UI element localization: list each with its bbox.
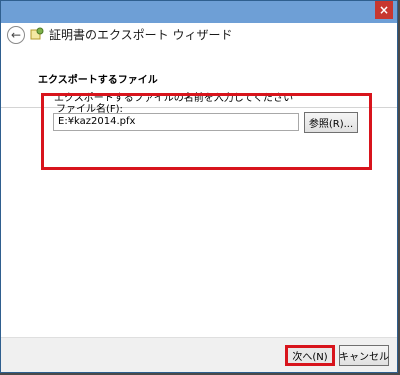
export-wizard-window: × ← 証明書のエクスポート ウィザード エクスポートするファイル エクスポート… [0, 0, 398, 373]
wizard-content: ← 証明書のエクスポート ウィザード エクスポートするファイル エクスポートする… [1, 23, 397, 338]
certificate-wizard-icon [29, 26, 45, 42]
cancel-button[interactable]: キャンセル [339, 345, 389, 366]
next-button[interactable]: 次へ(N) [285, 345, 335, 366]
wizard-header: ← 証明書のエクスポート ウィザード [1, 23, 397, 47]
window-titlebar: × [1, 1, 397, 23]
close-button[interactable]: × [375, 1, 393, 19]
wizard-title: 証明書のエクスポート ウィザード [49, 28, 233, 42]
wizard-footer [1, 337, 397, 372]
back-button[interactable]: ← [7, 26, 25, 44]
page-heading: エクスポートするファイル [38, 75, 158, 86]
file-name-input[interactable]: E:¥kaz2014.pfx [53, 113, 299, 131]
close-icon: × [378, 3, 390, 17]
browse-button[interactable]: 参照(R)... [304, 112, 358, 133]
back-arrow-icon: ← [10, 28, 22, 42]
